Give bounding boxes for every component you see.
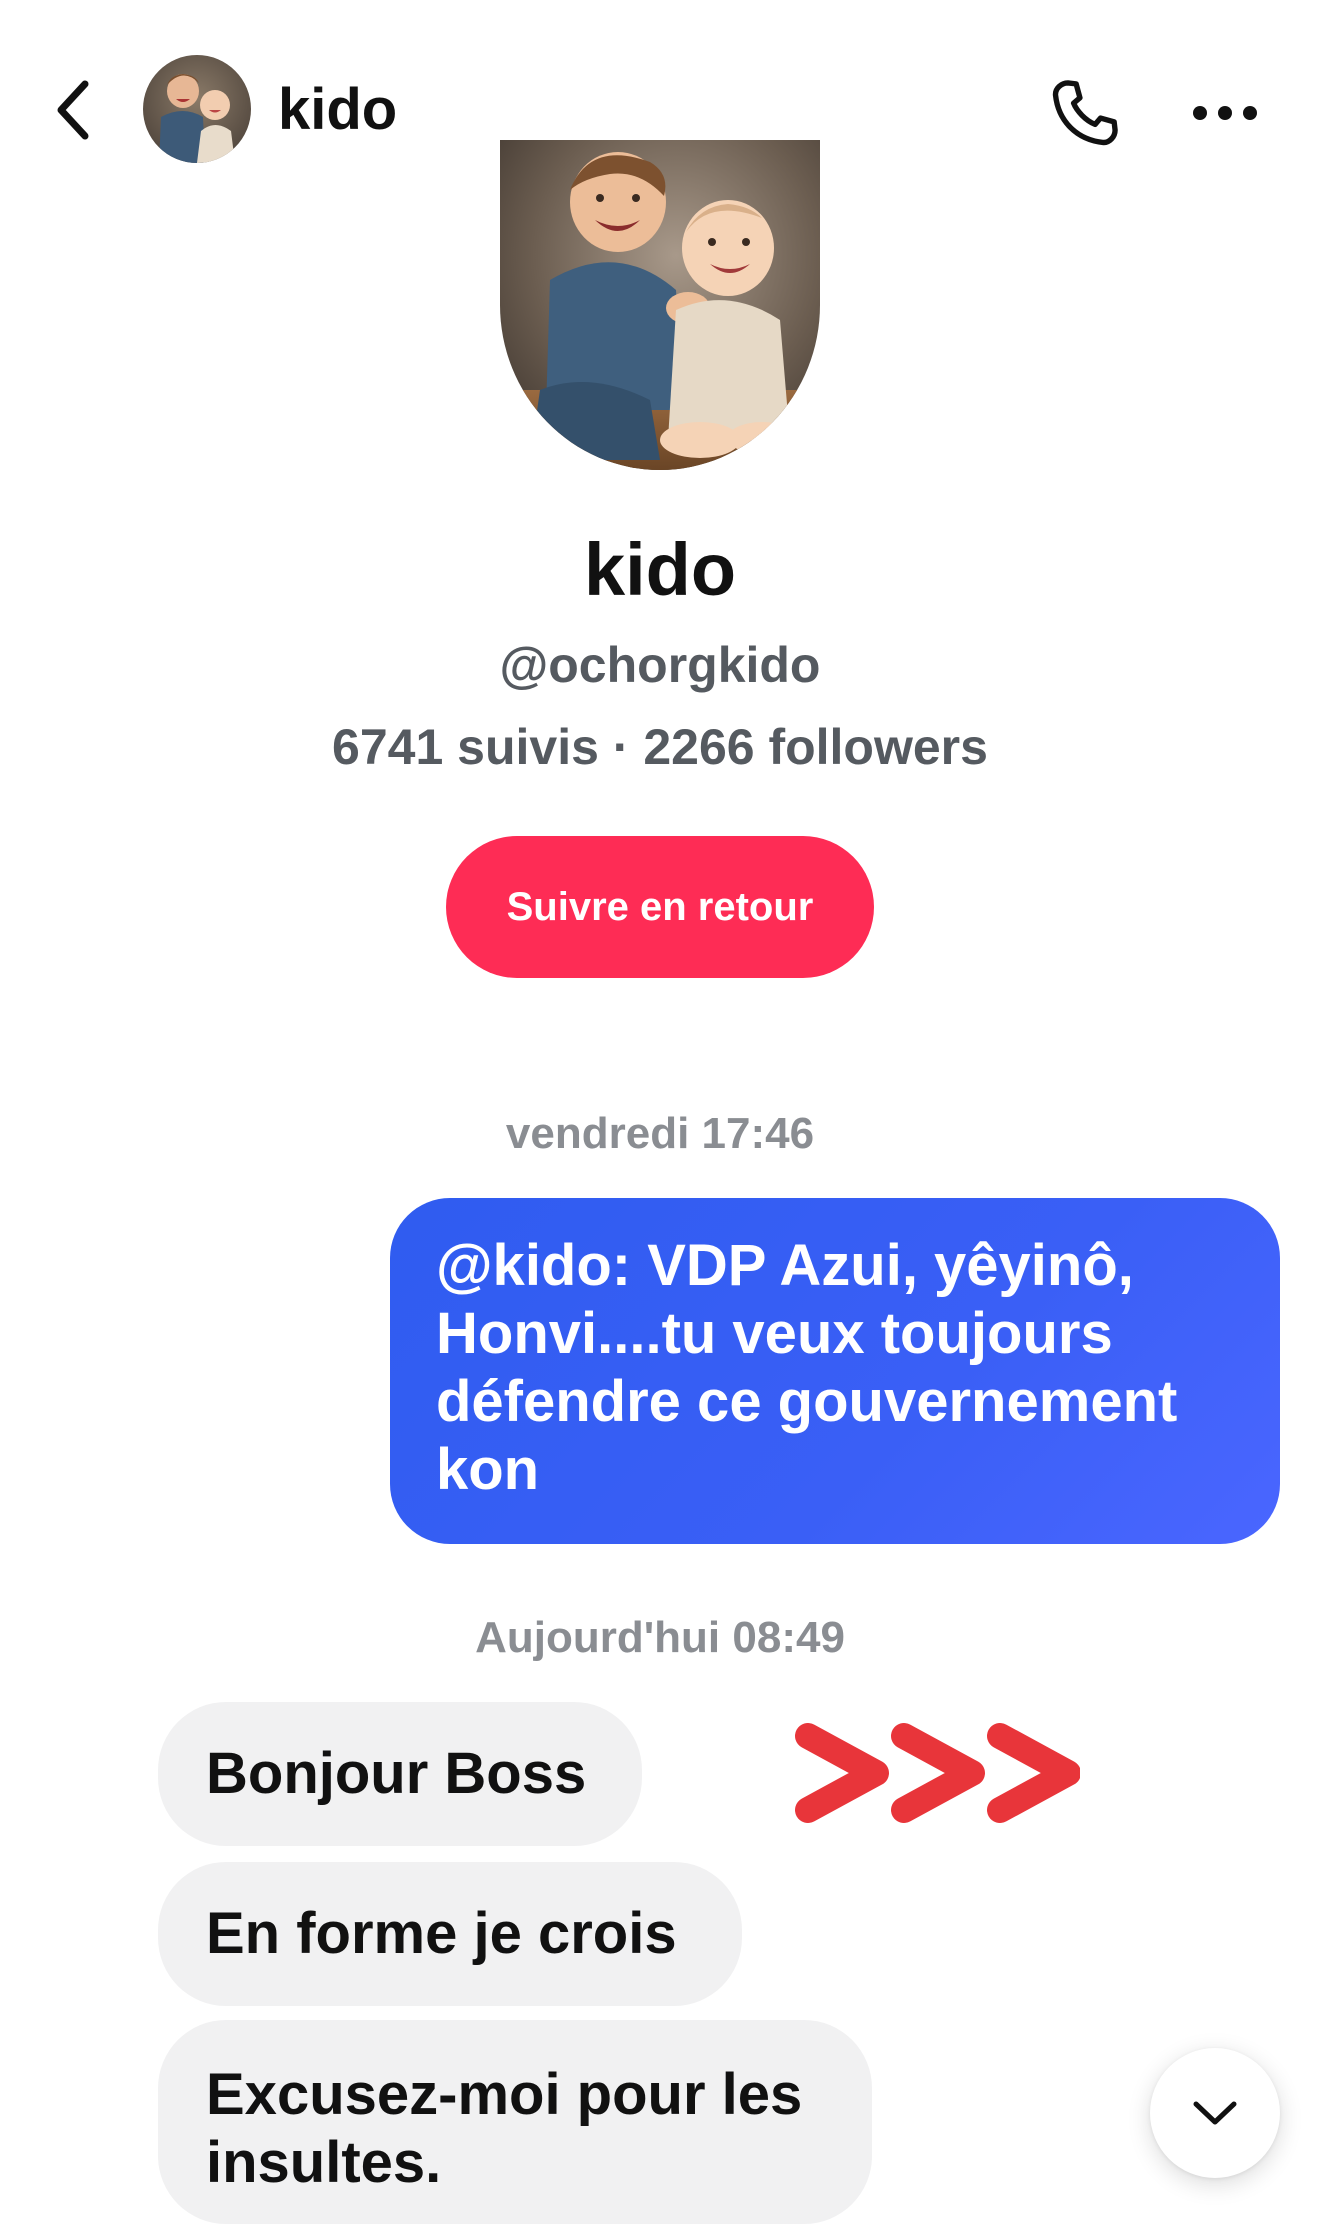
incoming-message-bubble[interactable]: Bonjour Boss bbox=[158, 1702, 642, 1846]
profile-display-name: kido bbox=[583, 528, 737, 611]
header-username[interactable]: kido bbox=[278, 72, 397, 148]
avatar-photo bbox=[500, 140, 820, 470]
red-triple-chevron-arrows-icon bbox=[795, 1723, 1080, 1823]
call-button[interactable] bbox=[1040, 68, 1130, 158]
more-options-button[interactable] bbox=[1180, 68, 1270, 158]
chevron-left-icon bbox=[57, 80, 89, 140]
scroll-to-bottom-button[interactable] bbox=[1150, 2048, 1280, 2178]
profile-handle: @ochorgkido bbox=[499, 637, 821, 693]
phone-icon bbox=[1052, 80, 1118, 146]
incoming-message-bubble[interactable]: Excusez-moi pour les insultes. bbox=[158, 2020, 872, 2224]
outgoing-message-bubble[interactable]: @kido: VDP Azui, yêyinô, Honvi....tu veu… bbox=[390, 1198, 1280, 1544]
header-avatar[interactable] bbox=[143, 55, 251, 163]
message-timestamp: Aujourd'hui 08:49 bbox=[475, 1613, 845, 1662]
avatar-photo bbox=[143, 55, 251, 163]
more-horizontal-icon bbox=[1193, 106, 1257, 120]
incoming-message-bubble[interactable]: En forme je crois bbox=[158, 1862, 742, 2006]
profile-follow-stats: 6741 suivis · 2266 followers bbox=[332, 719, 988, 775]
chevron-down-icon bbox=[1193, 2101, 1237, 2125]
message-timestamp: vendredi 17:46 bbox=[505, 1109, 815, 1158]
profile-avatar[interactable] bbox=[500, 140, 820, 470]
back-button[interactable] bbox=[38, 70, 108, 150]
follow-back-button[interactable]: Suivre en retour bbox=[446, 836, 874, 978]
